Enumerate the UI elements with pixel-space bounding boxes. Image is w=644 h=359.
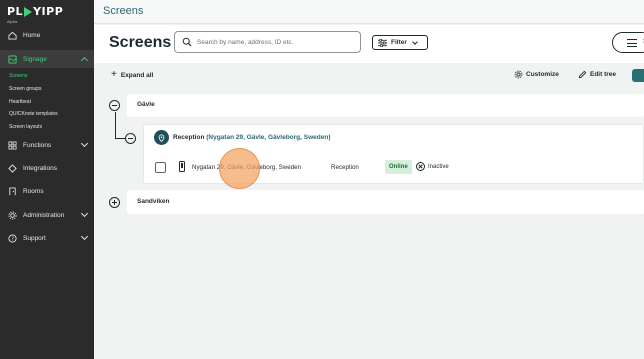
functions-icon xyxy=(7,140,17,150)
sidebar-item-administration[interactable]: Administration xyxy=(0,206,94,224)
search-box[interactable] xyxy=(174,31,361,53)
top-bar: Screens xyxy=(94,0,644,24)
location-pin-icon xyxy=(154,130,169,145)
page-title: Screens xyxy=(109,34,172,51)
chevron-down-icon xyxy=(80,209,89,218)
chevron-down-icon xyxy=(80,139,89,148)
logo-text-right: YIPP xyxy=(33,5,64,18)
chevron-down-icon xyxy=(80,232,89,241)
location-address: (Nygatan 29, Gävle, Gävleborg, Sweden) xyxy=(206,134,331,141)
sidebar-item-label: Rooms xyxy=(23,187,44,195)
screen-portrait-icon xyxy=(179,161,185,172)
edit-tree-button[interactable]: Edit tree xyxy=(578,70,616,79)
sidebar-item-integrations[interactable]: Integrations xyxy=(0,159,94,177)
gear-icon xyxy=(7,210,17,220)
add-screen-button[interactable] xyxy=(632,69,644,82)
sidebar-item-home[interactable]: Home xyxy=(0,26,94,44)
search-icon xyxy=(182,37,192,47)
group-card-gavle[interactable]: Gävle xyxy=(127,94,644,117)
settings-button[interactable]: S xyxy=(612,32,644,53)
inactive-label: Inactive xyxy=(428,163,449,170)
customize-button[interactable]: Customize xyxy=(514,70,559,79)
sidebar-item-support[interactable]: ? Support xyxy=(0,229,94,247)
sidebar-item-label: Support xyxy=(23,234,46,242)
logo-subtitle: Alpha xyxy=(7,19,18,24)
sidebar-item-label: Administration xyxy=(23,211,65,219)
close-circle-icon xyxy=(416,162,425,171)
signage-icon xyxy=(7,54,17,64)
chevron-down-icon xyxy=(412,38,418,45)
breadcrumb: Screens xyxy=(103,5,144,17)
status-badge: Online xyxy=(385,160,412,174)
page-header: Screens Filter S xyxy=(94,25,644,63)
collapse-gavle-button[interactable] xyxy=(109,100,120,111)
sidebar-item-label: Integrations xyxy=(23,164,57,172)
group-label: Sandviken xyxy=(137,198,170,205)
plus-icon: + xyxy=(111,69,117,80)
sidebar-item-signage[interactable]: Signage xyxy=(0,50,94,68)
tree-connector xyxy=(115,138,125,139)
home-icon xyxy=(7,30,17,40)
sidebar-item-label: Home xyxy=(23,31,41,39)
sidebar-subitem-screen-layouts[interactable]: Screen layouts xyxy=(9,124,42,130)
location-header[interactable]: Reception (Nygatan 29, Gävle, Gävleborg,… xyxy=(144,125,643,150)
sidebar-item-rooms[interactable]: Rooms xyxy=(0,182,94,200)
sidebar-subitem-screen-groups[interactable]: Screen groups xyxy=(9,86,42,92)
filter-icon xyxy=(378,38,387,47)
filter-label: Filter xyxy=(391,39,407,46)
cog-icon xyxy=(514,70,523,79)
sidebar-subitem-heartbeat[interactable]: Heartbeat xyxy=(9,99,31,105)
integrations-icon xyxy=(7,163,17,173)
inactive-status: Inactive xyxy=(416,162,449,171)
click-indicator xyxy=(219,148,260,189)
customize-label: Customize xyxy=(526,71,559,78)
pencil-icon xyxy=(578,70,587,79)
collapse-reception-button[interactable] xyxy=(125,133,136,144)
expand-sandviken-button[interactable] xyxy=(109,197,120,208)
search-input[interactable] xyxy=(197,38,347,46)
menu-lines-icon xyxy=(627,39,637,50)
rooms-icon xyxy=(7,186,17,196)
tree-connector xyxy=(115,112,116,138)
location-title: Reception (Nygatan 29, Gävle, Gävleborg,… xyxy=(173,134,331,141)
screen-location: Reception xyxy=(331,164,359,171)
svg-text:?: ? xyxy=(11,236,14,242)
edit-tree-label: Edit tree xyxy=(590,71,617,78)
sidebar-item-functions[interactable]: Functions xyxy=(0,136,94,154)
logo-text-left: PL xyxy=(7,5,24,18)
sidebar-subitem-quicknote-templates[interactable]: QUICKnote templates xyxy=(9,111,58,117)
toolbar: + Expand all Customize Edit tree xyxy=(94,64,644,88)
playipp-logo[interactable]: PL YIPP Alpha xyxy=(7,5,63,24)
expand-all-label: Expand all xyxy=(120,71,154,79)
sidebar-subitem-screens[interactable]: Screens xyxy=(9,73,27,79)
group-label: Gävle xyxy=(137,101,155,108)
group-card-sandviken[interactable]: Sandviken xyxy=(127,190,644,214)
help-icon: ? xyxy=(7,233,17,243)
filter-button[interactable]: Filter xyxy=(372,35,428,50)
row-checkbox[interactable] xyxy=(155,162,166,173)
play-icon xyxy=(24,6,33,17)
sidebar-item-label: Functions xyxy=(23,141,52,149)
chevron-up-icon xyxy=(80,56,89,65)
location-card-reception: Reception (Nygatan 29, Gävle, Gävleborg,… xyxy=(143,124,644,184)
location-name: Reception xyxy=(173,134,205,141)
sidebar: PL YIPP Alpha Home Signage Screens Scree… xyxy=(0,0,94,359)
sidebar-item-label: Signage xyxy=(23,55,47,63)
expand-all-button[interactable]: + Expand all xyxy=(111,69,154,80)
